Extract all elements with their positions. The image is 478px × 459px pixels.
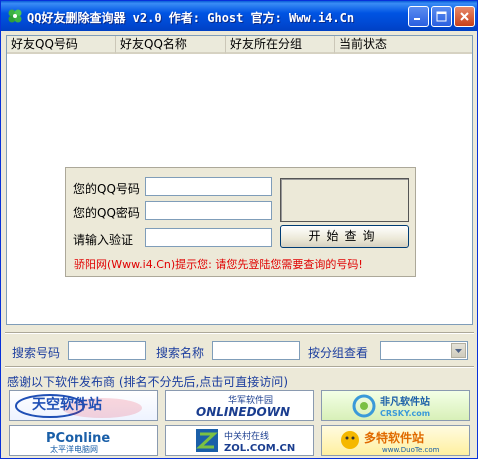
title-bar[interactable]: QQ好友删除查询器 v2.0 作者: Ghost 官方: Www.i4.Cn <box>1 1 477 31</box>
close-button[interactable] <box>454 6 475 27</box>
column-header-qq-number[interactable]: 好友QQ号码 <box>7 36 116 54</box>
sponsor-onlinedown-link[interactable]: 华军软件园 ONLINEDOWN <box>165 390 314 421</box>
column-header-qq-name[interactable]: 好友QQ名称 <box>116 36 226 54</box>
group-filter-label: 按分组查看 <box>308 346 369 360</box>
group-filter-select[interactable] <box>380 341 468 360</box>
sponsor-pconline-text: PConline <box>46 431 110 446</box>
sponsor-pconline-logo: PConline 太平洋电脑网 <box>46 431 110 454</box>
column-header-group[interactable]: 好友所在分组 <box>226 36 335 54</box>
divider <box>5 332 474 334</box>
qq-password-label: 您的QQ密码 <box>73 206 140 220</box>
friends-list[interactable]: 好友QQ号码 好友QQ名称 好友所在分组 当前状态 您的QQ号码 您的QQ密码 … <box>6 35 473 325</box>
maximize-button[interactable] <box>431 6 452 27</box>
clover-icon <box>8 9 22 23</box>
minimize-button[interactable] <box>408 6 429 27</box>
sponsor-pconline-link[interactable]: PConline 太平洋电脑网 <box>9 425 158 456</box>
sponsor-skycn-logo: 天空软件站 <box>15 394 142 418</box>
divider <box>5 366 474 368</box>
sponsor-duote-sub: www.DuoTe.com <box>382 446 440 454</box>
sponsor-duote-link[interactable]: 多特软件站 www.DuoTe.com <box>321 425 470 456</box>
captcha-image[interactable] <box>280 178 409 222</box>
dropdown-button[interactable] <box>451 343 466 358</box>
query-button[interactable]: 开始查询 <box>280 225 409 248</box>
captcha-input[interactable] <box>145 228 272 247</box>
window-title: QQ好友删除查询器 v2.0 作者: Ghost 官方: Www.i4.Cn <box>27 11 355 25</box>
sponsor-duote-text: 多特软件站 <box>364 430 424 445</box>
login-panel: 您的QQ号码 您的QQ密码 请输入验证 开始查询 骄阳网(Www.i4.Cn)提… <box>65 167 416 277</box>
qq-number-input[interactable] <box>145 177 272 196</box>
list-header: 好友QQ号码 好友QQ名称 好友所在分组 当前状态 <box>7 36 472 54</box>
search-number-label: 搜索号码 <box>12 346 61 360</box>
chevron-down-icon <box>455 348 462 353</box>
maximize-icon <box>436 11 447 22</box>
search-number-input[interactable] <box>68 341 146 360</box>
sponsor-pconline-sub: 太平洋电脑网 <box>50 444 98 454</box>
sponsor-crsky-sub: CRSKY.com <box>380 409 430 418</box>
close-icon <box>460 12 469 21</box>
sponsor-crsky-text: 非凡软件站 <box>380 395 430 408</box>
sponsor-zol-text: 中关村在线 <box>224 430 269 442</box>
search-name-input[interactable] <box>212 341 300 360</box>
qq-number-label: 您的QQ号码 <box>73 182 140 196</box>
sponsor-onlinedown-logo: 华军软件园 ONLINEDOWN <box>196 394 290 419</box>
sponsor-zol-logo: 中关村在线 ZOL.COM.CN <box>196 429 295 454</box>
app-window: QQ好友删除查询器 v2.0 作者: Ghost 官方: Www.i4.Cn 好… <box>0 0 478 459</box>
column-header-status[interactable]: 当前状态 <box>335 36 472 54</box>
sponsor-zol-link[interactable]: 中关村在线 ZOL.COM.CN <box>165 425 314 456</box>
sponsor-onlinedown-sub: ONLINEDOWN <box>196 405 290 419</box>
search-name-label: 搜索名称 <box>156 346 205 360</box>
sponsor-zol-sub: ZOL.COM.CN <box>224 443 295 454</box>
sponsor-duote-logo: 多特软件站 www.DuoTe.com <box>341 430 440 454</box>
sponsors-intro: 感谢以下软件发布商 (排名不分先后,点击可直接访问) <box>7 375 288 389</box>
minimize-icon <box>414 18 420 20</box>
sponsor-crsky-link[interactable]: 非凡软件站 CRSKY.com <box>321 390 470 421</box>
sponsor-crsky-logo: 非凡软件站 CRSKY.com <box>352 394 430 418</box>
sponsor-skycn-text: 天空软件站 <box>32 396 102 413</box>
sponsor-skycn-link[interactable]: 天空软件站 <box>9 390 158 421</box>
qq-password-input[interactable] <box>145 201 272 220</box>
hint-text: 骄阳网(Www.i4.Cn)提示您: 请您先登陆您需要查询的号码! <box>74 258 363 271</box>
captcha-label: 请输入验证 <box>73 233 134 247</box>
